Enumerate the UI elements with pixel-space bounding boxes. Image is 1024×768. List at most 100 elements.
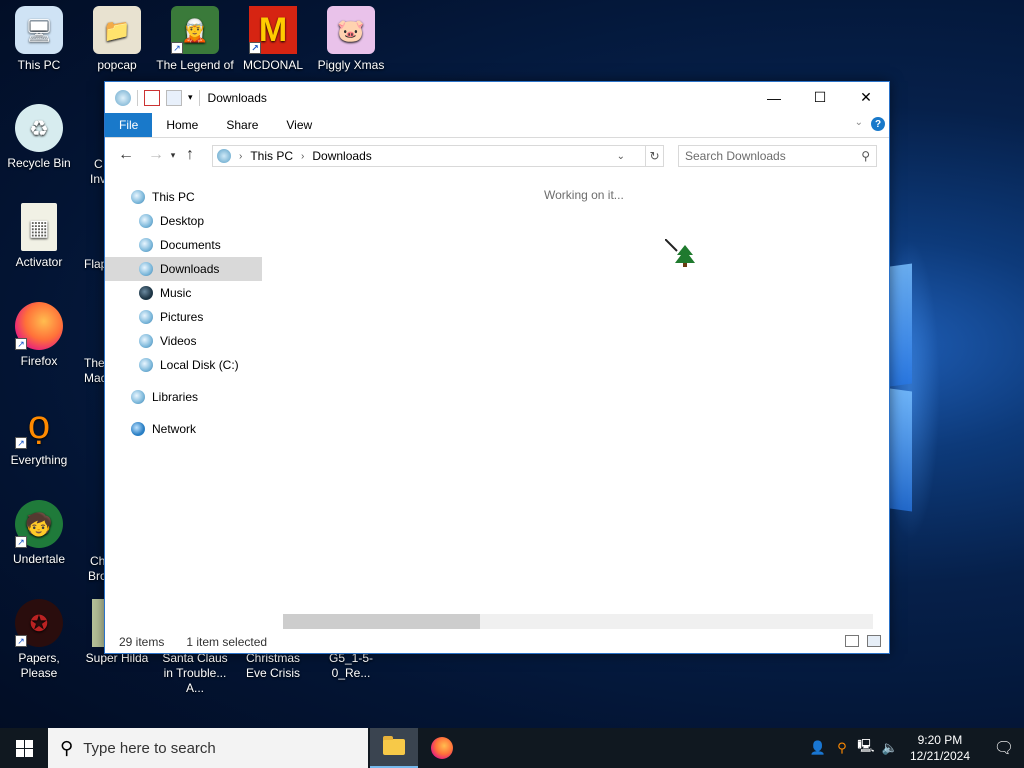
pig-icon: 🐷	[327, 6, 375, 54]
folder-icon: 📁	[93, 6, 141, 54]
nav-item-desktop[interactable]: Desktop	[105, 209, 262, 233]
nav-item-this-pc[interactable]: This PC	[105, 185, 262, 209]
explorer-app-icon	[115, 89, 131, 106]
documents-icon	[139, 238, 153, 252]
status-bar: 29 items 1 item selected	[105, 631, 889, 653]
chevron-right-icon: ›	[301, 150, 305, 162]
window-title: Downloads	[207, 90, 267, 105]
wallpaper-beam	[890, 263, 912, 387]
minimize-button[interactable]: —	[751, 82, 797, 113]
quick-access-toolbar: ▾	[105, 89, 200, 106]
properties-icon[interactable]	[144, 89, 160, 106]
back-arrow-icon[interactable]: ←	[115, 146, 137, 164]
clock-time: 9:20 PM	[917, 733, 963, 747]
desktop-icon-activator[interactable]: ▦ Activator	[0, 203, 78, 270]
game-icon: ✪ ↗	[15, 599, 63, 647]
nav-item-local-disk[interactable]: Local Disk (C:)	[105, 353, 262, 377]
up-arrow-icon[interactable]: ↑	[179, 146, 201, 164]
start-button[interactable]	[0, 728, 48, 768]
shortcut-arrow-icon: ↗	[15, 635, 27, 647]
pictures-icon	[139, 310, 153, 324]
close-button[interactable]: ✕	[843, 82, 889, 113]
new-folder-icon[interactable]	[166, 89, 182, 106]
desktop-icon-piggly[interactable]: 🐷 Piggly Xmas	[312, 6, 390, 73]
file-icon: ▦	[21, 203, 57, 251]
desktop-icon-zilda[interactable]: 🧝↗ The Legend of Zilda	[156, 6, 234, 73]
file-explorer-window: ▾ Downloads — ☐ ✕ File Home Share View ⌄…	[104, 81, 890, 654]
scrollbar-thumb[interactable]	[283, 614, 480, 629]
taskbar-file-explorer[interactable]	[370, 728, 418, 768]
tab-share[interactable]: Share	[212, 113, 272, 137]
network-icon	[131, 422, 145, 436]
clock[interactable]: 9:20 PM 12/21/2024	[910, 732, 970, 764]
desktop-icon-everything[interactable]: ọ ↗ Everything	[0, 401, 78, 468]
disk-icon	[139, 358, 153, 372]
notification-center-icon[interactable]: 🗨	[984, 738, 1024, 758]
game-icon: 🧒 ↗	[15, 500, 63, 548]
everything-tray-icon[interactable]: ⚲	[832, 740, 852, 756]
desktop-icon	[139, 214, 153, 228]
nav-item-libraries[interactable]: Libraries	[105, 385, 262, 409]
details-view-icon[interactable]	[845, 635, 859, 647]
clock-date: 12/21/2024	[909, 749, 970, 763]
shortcut-arrow-icon: ↗	[249, 42, 261, 54]
tab-view[interactable]: View	[272, 113, 326, 137]
network-icon[interactable]: 🖳	[856, 737, 876, 759]
breadcrumb-this-pc[interactable]: This PC	[250, 149, 293, 163]
taskbar-search-placeholder: Type here to search	[83, 739, 216, 757]
divider	[137, 89, 138, 106]
tab-file[interactable]: File	[105, 113, 153, 137]
volume-muted-icon[interactable]: 🔈	[880, 740, 900, 756]
nav-item-music[interactable]: Music	[105, 281, 262, 305]
tab-home[interactable]: Home	[152, 113, 212, 137]
expand-ribbon-icon[interactable]: ⌄	[855, 117, 863, 128]
desktop-icon-undertale[interactable]: 🧒 ↗ Undertale	[0, 500, 78, 567]
shortcut-arrow-icon: ↗	[15, 437, 27, 449]
desktop-icon-santa-claus[interactable]: Santa Claus in Trouble... A...	[156, 651, 234, 696]
search-icon: ⚲	[60, 737, 74, 758]
divider	[198, 89, 200, 106]
breadcrumb-downloads[interactable]: Downloads	[312, 149, 371, 163]
firefox-icon	[431, 737, 453, 759]
desktop-icon-recycle-bin[interactable]: ♻ Recycle Bin	[0, 104, 78, 171]
downloads-icon	[139, 262, 153, 276]
selection-count: 1 item selected	[186, 635, 268, 649]
maximize-button[interactable]: ☐	[797, 82, 843, 113]
forward-arrow-icon[interactable]: →	[145, 146, 167, 164]
large-icons-view-icon[interactable]	[867, 635, 881, 647]
desktop-icon-this-pc[interactable]: 🖥 This PC	[0, 6, 78, 73]
nav-item-videos[interactable]: Videos	[105, 329, 262, 353]
item-count: 29 items	[119, 635, 165, 649]
recent-locations-icon[interactable]: ▾	[167, 150, 179, 161]
nav-item-network[interactable]: Network	[105, 417, 262, 441]
desktop-icon-christmas-eve[interactable]: Christmas Eve Crisis	[234, 651, 312, 681]
title-bar[interactable]: ▾ Downloads — ☐ ✕	[105, 82, 889, 113]
taskbar-firefox[interactable]	[418, 728, 466, 768]
desktop-icon-mcdonal[interactable]: M↗ MCDONAL TREASURE	[234, 6, 312, 73]
customize-toolbar-icon[interactable]: ▾	[188, 92, 193, 103]
nav-item-downloads[interactable]: Downloads	[105, 257, 262, 281]
address-bar[interactable]: › This PC › Downloads ⌄	[212, 145, 646, 167]
desktop-icon-popcap[interactable]: 📁 popcap	[78, 6, 156, 73]
refresh-icon[interactable]: ↻	[646, 145, 664, 167]
desktop-partial-label: C	[94, 157, 103, 171]
nav-item-pictures[interactable]: Pictures	[105, 305, 262, 329]
desktop-icon-firefox[interactable]: ↗ Firefox	[0, 302, 78, 369]
chevron-right-icon: ›	[239, 150, 243, 162]
desktop-icon-papers-please[interactable]: ✪ ↗ Papers, Please	[0, 599, 78, 681]
nav-item-documents[interactable]: Documents	[105, 233, 262, 257]
shortcut-arrow-icon: ↗	[15, 338, 27, 350]
desktop-icon-g5[interactable]: G5_1-5-0_Re...	[312, 651, 390, 681]
shortcut-arrow-icon: ↗	[15, 536, 27, 548]
wallpaper-beam	[890, 388, 912, 512]
recycle-bin-icon: ♻	[15, 104, 63, 152]
chevron-down-icon[interactable]: ⌄	[617, 151, 625, 162]
help-icon[interactable]: ?	[871, 117, 885, 131]
libraries-icon	[131, 390, 145, 404]
taskbar-search-box[interactable]: ⚲ Type here to search	[48, 728, 368, 768]
horizontal-scrollbar[interactable]	[283, 614, 873, 629]
people-icon[interactable]: 👤	[808, 740, 828, 756]
mcdonalds-icon: M ↗	[249, 6, 297, 54]
system-tray: 👤 ⚲ 🖳 🔈 9:20 PM 12/21/2024 🗨	[806, 728, 1024, 768]
search-input[interactable]: Search Downloads ⚲	[678, 145, 877, 167]
